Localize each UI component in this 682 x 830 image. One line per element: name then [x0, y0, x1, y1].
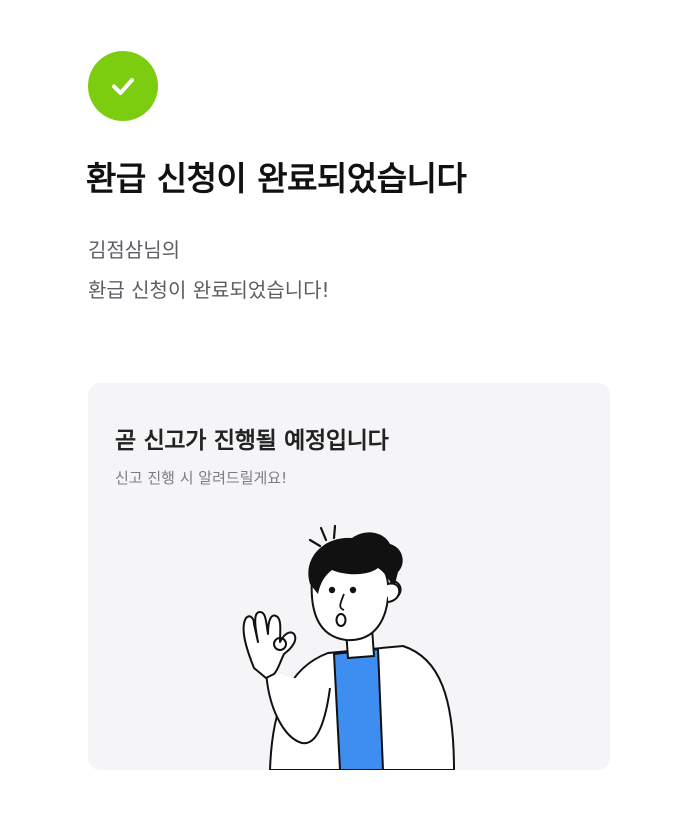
description-line-2: 환급 신청이 완료되었습니다!	[88, 278, 330, 302]
info-card: 곧 신고가 진행될 예정입니다 신고 진행 시 알려드릴게요!	[88, 383, 610, 770]
success-badge	[88, 51, 158, 121]
card-title: 곧 신고가 진행될 예정입니다	[115, 428, 389, 454]
check-icon	[112, 78, 134, 95]
description: 김점삼님의 환급 신청이 완료되었습니다!	[88, 230, 330, 310]
page-title: 환급 신청이 완료되었습니다	[86, 159, 467, 198]
person-ok-gesture-illustration	[242, 524, 456, 770]
description-line-1: 김점삼님의	[88, 238, 180, 262]
card-subtitle: 신고 진행 시 알려드릴게요!	[115, 469, 288, 487]
